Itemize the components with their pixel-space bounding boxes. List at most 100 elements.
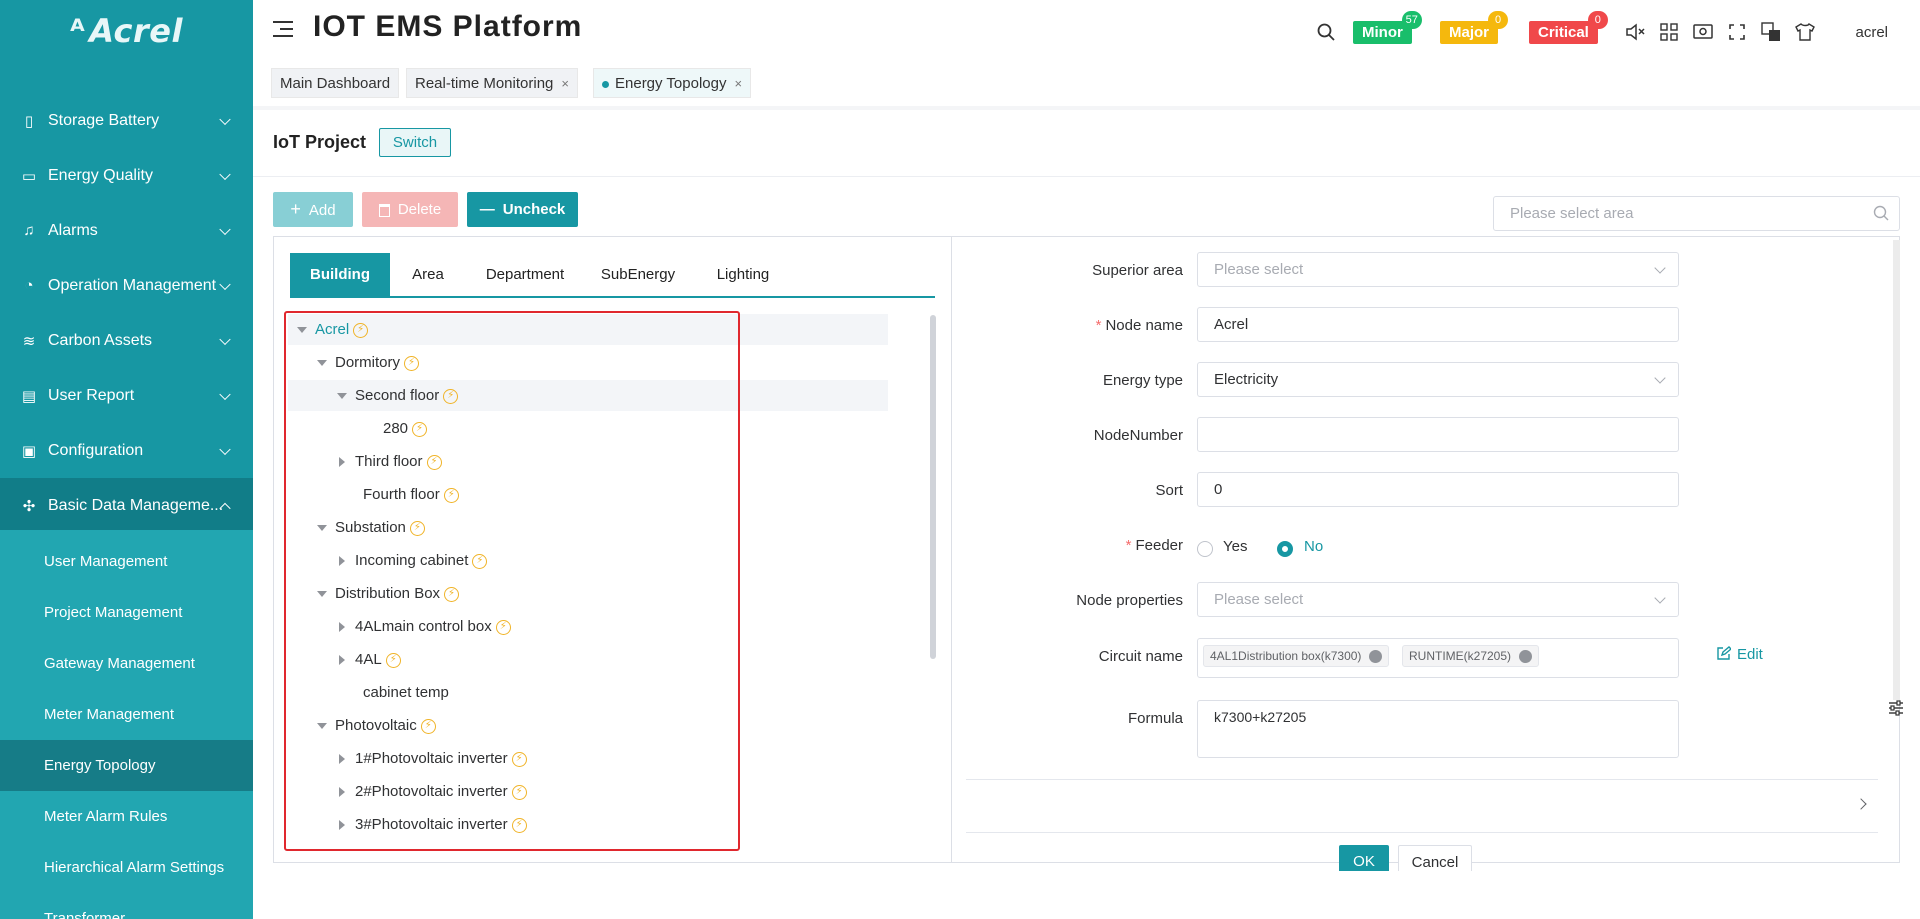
sidebar-item-label: Configuration	[48, 441, 144, 459]
node-name-input[interactable]: Acrel	[1197, 307, 1679, 342]
sidebar-subitem[interactable]: Energy Topology	[0, 740, 253, 791]
tree-tab[interactable]: Area	[390, 253, 466, 296]
tab-energy-topology[interactable]: Energy Topology ×	[593, 68, 752, 98]
node-properties-select[interactable]: Please select	[1197, 582, 1679, 617]
formula-label: Formula	[1127, 710, 1183, 727]
search-icon[interactable]	[1316, 22, 1336, 42]
edit-circuit-link[interactable]: Edit	[1717, 646, 1763, 663]
sidebar-subitem[interactable]: Meter Alarm Rules	[0, 791, 253, 842]
formula-textarea[interactable]: k7300+k27205	[1197, 700, 1679, 758]
sidebar-subitem[interactable]: Gateway Management	[0, 638, 253, 689]
sidebar-item[interactable]: ✣ Basic Data Manageme...	[0, 478, 253, 533]
tree-tab[interactable]: Building	[290, 253, 390, 296]
sidebar-item[interactable]: ◔ Operation Management	[0, 258, 253, 313]
sidebar-item[interactable]: ≋ Carbon Assets	[0, 313, 253, 368]
chip-close-icon[interactable]	[1519, 650, 1533, 664]
form-scrollbar[interactable]	[1893, 240, 1900, 700]
sidebar-item-label: Energy Quality	[48, 166, 153, 184]
divider	[253, 176, 1920, 177]
user-name[interactable]: acrel	[1855, 24, 1888, 41]
switch-project-button[interactable]: Switch	[379, 128, 451, 157]
energy-type-select[interactable]: Electricity	[1197, 362, 1679, 397]
add-button[interactable]: + Add	[273, 192, 353, 227]
sidebar-item[interactable]: ▭ Energy Quality	[0, 148, 253, 203]
language-icon[interactable]	[1761, 22, 1781, 42]
sliders-settings-icon[interactable]	[1886, 700, 1906, 724]
chevron-down-icon	[219, 223, 231, 235]
sidebar-subitem[interactable]: User Management	[0, 536, 253, 587]
feeder-label: * Feeder	[983, 537, 1183, 554]
chip-label: RUNTIME(k27205)	[1409, 649, 1512, 663]
close-icon[interactable]: ×	[734, 76, 742, 91]
app-title: IOT EMS Platform	[313, 10, 583, 43]
feeder-yes-radio[interactable]	[1197, 541, 1213, 557]
chevron-down-icon	[219, 333, 231, 345]
divider	[253, 106, 1920, 110]
tree-tab[interactable]: Lighting	[692, 253, 794, 296]
plus-icon: +	[290, 199, 301, 219]
sidebar-item-label: Basic Data Manageme...	[48, 496, 224, 514]
feeder-no-radio[interactable]	[1277, 541, 1293, 557]
alarm-major-count: 0	[1488, 11, 1509, 29]
alarm-minor-label: Minor	[1362, 24, 1403, 41]
logo-text: Acrel	[89, 12, 183, 50]
tree-scrollbar[interactable]	[930, 315, 936, 659]
tree-tabs: Building Area Department SubEnergy Lighting	[290, 253, 935, 298]
fullscreen-icon[interactable]	[1727, 22, 1747, 42]
edit-label: Edit	[1737, 646, 1763, 663]
energy-type-label: Energy type	[1102, 372, 1183, 389]
chevron-down-icon	[1654, 262, 1666, 274]
sidebar-item[interactable]: ▯ Storage Battery	[0, 93, 253, 148]
feeder-yes-label[interactable]: Yes	[1223, 538, 1247, 555]
sidebar-item-label: Storage Battery	[48, 111, 160, 129]
chip-close-icon[interactable]	[1369, 650, 1383, 664]
tree-tab[interactable]: SubEnergy	[584, 253, 692, 296]
tree-pane: Building Area Department SubEnergy Lighting …	[274, 237, 952, 862]
tree-tab[interactable]: Department	[466, 253, 584, 296]
sidebar-subitem[interactable]: Hierarchical Alarm Settings	[0, 842, 253, 893]
cancel-button[interactable]: Cancel	[1398, 845, 1472, 871]
alarm-critical-label: Critical	[1538, 24, 1589, 41]
sidebar-submenu: User Management Project Management Gateway…	[0, 530, 253, 919]
sort-label: Sort	[1155, 482, 1183, 499]
tab-main-dashboard[interactable]: Main Dashboard	[271, 68, 400, 98]
grid-apps-icon[interactable]	[1659, 22, 1679, 42]
delete-button[interactable]: Delete	[362, 192, 458, 227]
sidebar-item[interactable]: ♫ Alarms	[0, 203, 253, 258]
uncheck-label: Uncheck	[502, 201, 566, 218]
mute-icon[interactable]	[1625, 22, 1645, 42]
node-number-input[interactable]	[1197, 417, 1679, 452]
tab-realtime-monitoring[interactable]: Real-time Monitoring ×	[406, 68, 578, 98]
sidebar-subitem[interactable]: Meter Management	[0, 689, 253, 740]
project-label: IoT Project	[273, 132, 367, 152]
alarm-critical-count: 0	[1587, 11, 1608, 29]
superior-area-select[interactable]: Please select	[1197, 252, 1679, 287]
theme-shirt-icon[interactable]	[1795, 22, 1815, 42]
area-search-input[interactable]	[1494, 197, 1854, 230]
menu-toggle-icon[interactable]	[273, 20, 293, 38]
alarm-minor-count: 57	[1401, 11, 1422, 29]
sidebar-item[interactable]: ▤ User Report	[0, 368, 253, 423]
node-number-label: NodeNumber	[1093, 427, 1183, 444]
alarm-major-badge[interactable]: Major 0	[1440, 11, 1509, 44]
sidebar-subitem[interactable]: Project Management	[0, 587, 253, 638]
screen-display-icon[interactable]	[1693, 22, 1713, 42]
sidebar-item-label: User Report	[48, 386, 135, 404]
report-icon: ▤	[21, 387, 37, 405]
alarm-minor-badge[interactable]: Minor 57	[1353, 11, 1422, 44]
ok-button[interactable]: OK	[1339, 845, 1389, 871]
sidebar-subitem[interactable]: Transformer	[0, 893, 253, 919]
alarm-critical-badge[interactable]: Critical 0	[1529, 11, 1608, 44]
close-icon[interactable]: ×	[561, 76, 569, 91]
uncheck-button[interactable]: — Uncheck	[467, 192, 578, 227]
superior-area-label: Superior area	[1092, 262, 1183, 279]
delete-label: Delete	[397, 201, 442, 218]
tab-label: Energy Topology	[615, 75, 727, 92]
sort-input[interactable]: 0	[1197, 472, 1679, 507]
add-label: Add	[308, 202, 336, 219]
circuit-chip: 4AL1Distribution box(k7300)	[1203, 645, 1390, 667]
feeder-no-label[interactable]: No	[1304, 538, 1323, 555]
area-select[interactable]	[1493, 196, 1900, 231]
network-icon: ✣	[22, 497, 36, 515]
sidebar-item[interactable]: ▣ Configuration	[0, 423, 253, 478]
